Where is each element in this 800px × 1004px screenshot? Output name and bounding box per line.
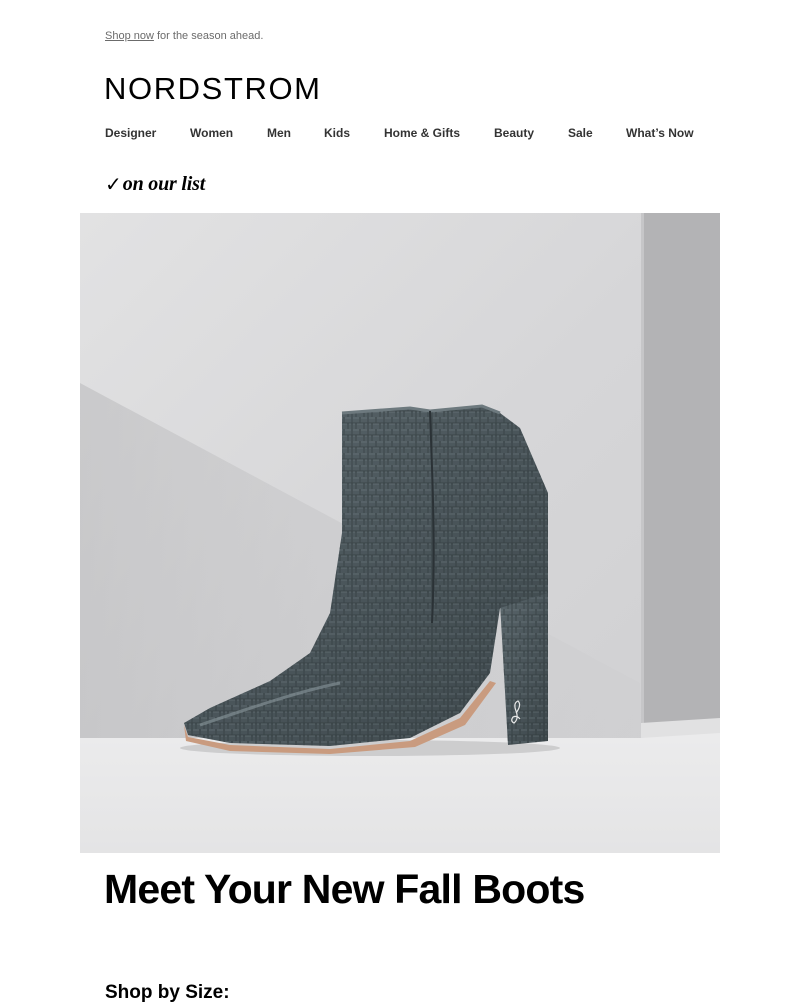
shop-now-link[interactable]: Shop now: [105, 30, 154, 42]
nav-item-kids[interactable]: Kids: [324, 126, 350, 140]
main-nav: Designer Women Men Kids Home & Gifts Bea…: [105, 126, 705, 142]
nav-item-sale[interactable]: Sale: [568, 126, 593, 140]
on-our-list-tagline: ✓ on our list: [105, 170, 205, 198]
nav-item-women[interactable]: Women: [190, 126, 233, 140]
nav-item-men[interactable]: Men: [267, 126, 291, 140]
preheader-text: for the season ahead.: [153, 30, 264, 42]
hero-boot-image[interactable]: [80, 213, 720, 853]
checkmark-icon: ✓: [105, 172, 122, 196]
tagline-text: on our list: [122, 172, 206, 195]
nav-item-designer[interactable]: Designer: [105, 126, 156, 140]
shop-by-size-heading: Shop by Size:: [105, 982, 230, 1003]
nav-item-whats-now[interactable]: What’s Now: [626, 126, 694, 140]
nav-item-home-gifts[interactable]: Home & Gifts: [384, 126, 460, 140]
nav-item-beauty[interactable]: Beauty: [494, 126, 534, 140]
nordstrom-logo[interactable]: NORDSTROM: [104, 70, 322, 108]
headline: Meet Your New Fall Boots: [104, 866, 585, 912]
preheader: Shop now for the season ahead.: [105, 30, 263, 42]
